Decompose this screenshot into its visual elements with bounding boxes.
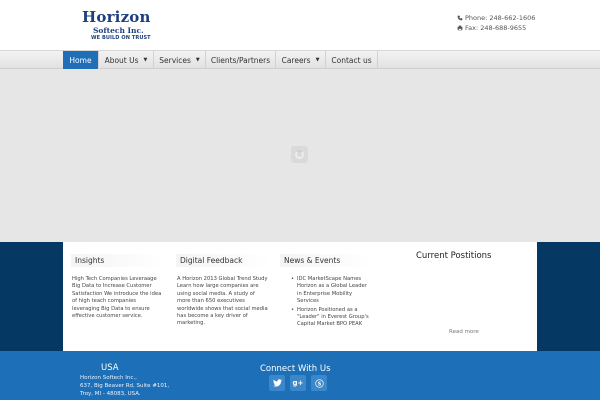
loading-spinner-icon xyxy=(291,146,308,163)
contact-info: Phone: 248-662-1606 Fax: 248-688-9655 xyxy=(457,13,535,33)
digital-line: worldwide shows that social media xyxy=(177,305,268,312)
news-item[interactable]: IDC MarketScape Names Horizon as a Globa… xyxy=(291,276,379,306)
nav-careers[interactable]: Careers ▼ xyxy=(276,51,326,69)
logo[interactable]: Horizon Softech Inc. WE BUILD ON TRUST xyxy=(82,9,151,42)
digital-line: using social media. A study of xyxy=(177,290,255,297)
site-header: Horizon Softech Inc. WE BUILD ON TRUST P… xyxy=(0,0,600,50)
news-events-heading: News & Events xyxy=(280,254,372,267)
digital-line: more than 650 executives xyxy=(177,298,245,305)
nav-label: Careers xyxy=(281,55,311,65)
caret-down-icon: ▼ xyxy=(315,57,320,63)
news-line: "Leader" in Everest Group's xyxy=(297,314,369,321)
insights-line: Big Data to Increase Customer xyxy=(72,283,152,290)
nav-label: Services xyxy=(159,55,191,65)
insights-line: of high teach companies xyxy=(72,298,136,305)
nav-home[interactable]: Home xyxy=(63,51,99,69)
fax-text: Fax: 248-688-9655 xyxy=(465,24,527,32)
connect-heading: Connect With Us xyxy=(260,364,331,374)
caret-down-icon: ▼ xyxy=(143,57,148,63)
news-line: IDC MarketScape Names xyxy=(297,276,362,282)
google-plus-icon: g+ xyxy=(292,379,304,387)
nav-contact-us[interactable]: Contact us xyxy=(326,51,378,69)
nav-label: About Us xyxy=(104,55,139,65)
fax-row: Fax: 248-688-9655 xyxy=(457,23,535,33)
insights-line: effective customer service. xyxy=(72,313,143,320)
skype-icon: S xyxy=(314,378,324,388)
footer-usa-heading: USA xyxy=(101,363,119,373)
news-line: Services xyxy=(297,298,319,305)
nav-label: Clients/Partners xyxy=(210,55,271,65)
news-line: in Enterprise Mobility xyxy=(297,290,353,297)
current-positions-heading: Current Postitions xyxy=(416,251,492,261)
google-plus-button[interactable]: g+ xyxy=(290,375,306,391)
address-line: Troy, MI - 48083, USA. xyxy=(80,390,141,397)
insights-heading: Insights xyxy=(71,254,165,267)
nav-services[interactable]: Services ▼ xyxy=(154,51,206,69)
phone-icon xyxy=(457,15,463,21)
logo-subtitle: Softech Inc. xyxy=(93,26,144,35)
nav-label: Home xyxy=(69,55,92,65)
phone-row: Phone: 248-662-1606 xyxy=(457,13,535,23)
digital-feedback-text: A Horizon 2013 Global Trend Study Learn … xyxy=(177,276,275,328)
phone-text: Phone: 248-662-1606 xyxy=(465,14,536,22)
logo-name: Horizon xyxy=(82,8,151,26)
nav-about-us[interactable]: About Us ▼ xyxy=(99,51,154,69)
news-list: IDC MarketScape Names Horizon as a Globa… xyxy=(291,276,379,330)
fax-icon xyxy=(457,25,463,31)
svg-text:S: S xyxy=(317,381,321,387)
insights-line: High Tech Companies Leveraage xyxy=(72,276,157,282)
twitter-button[interactable] xyxy=(269,375,285,391)
logo-tagline: WE BUILD ON TRUST xyxy=(91,35,151,41)
address-line: Horizon Softech Inc., xyxy=(80,375,137,381)
digital-line: A Horizon 2013 Global Trend Study xyxy=(177,276,268,282)
footer-address: Horizon Softech Inc., 637, Big Beaver Rd… xyxy=(80,375,169,398)
nav-clients-partners[interactable]: Clients/Partners xyxy=(206,51,276,69)
digital-feedback-heading: Digital Feedback xyxy=(176,254,270,267)
insights-line: leveraging Big Data to ensure xyxy=(72,305,150,312)
caret-down-icon: ▼ xyxy=(195,57,200,63)
digital-line: has become a key driver of xyxy=(177,313,248,320)
read-more-link[interactable]: Read more xyxy=(449,329,479,335)
news-item[interactable]: Horizon Positioned as a "Leader" in Ever… xyxy=(291,307,379,329)
main-nav: Home About Us ▼ Services ▼ Clients/Partn… xyxy=(0,50,600,69)
skype-button[interactable]: S xyxy=(311,375,327,391)
twitter-icon xyxy=(272,379,282,387)
insights-text: High Tech Companies Leveraage Big Data t… xyxy=(72,276,167,320)
address-line: 637, Big Beaver Rd, Suite #101, xyxy=(80,382,170,389)
news-line: Capital Market BPO PEAK xyxy=(297,321,363,328)
digital-line: Learn how large companies are xyxy=(177,283,259,290)
digital-line: marketing. xyxy=(177,320,206,327)
news-line: Horizon as a Global Leader xyxy=(297,283,367,290)
news-line: Horizon Positioned as a xyxy=(297,306,358,313)
insights-line: Satisfaction We introduce the idea xyxy=(72,290,162,297)
nav-label: Contact us xyxy=(331,55,372,65)
